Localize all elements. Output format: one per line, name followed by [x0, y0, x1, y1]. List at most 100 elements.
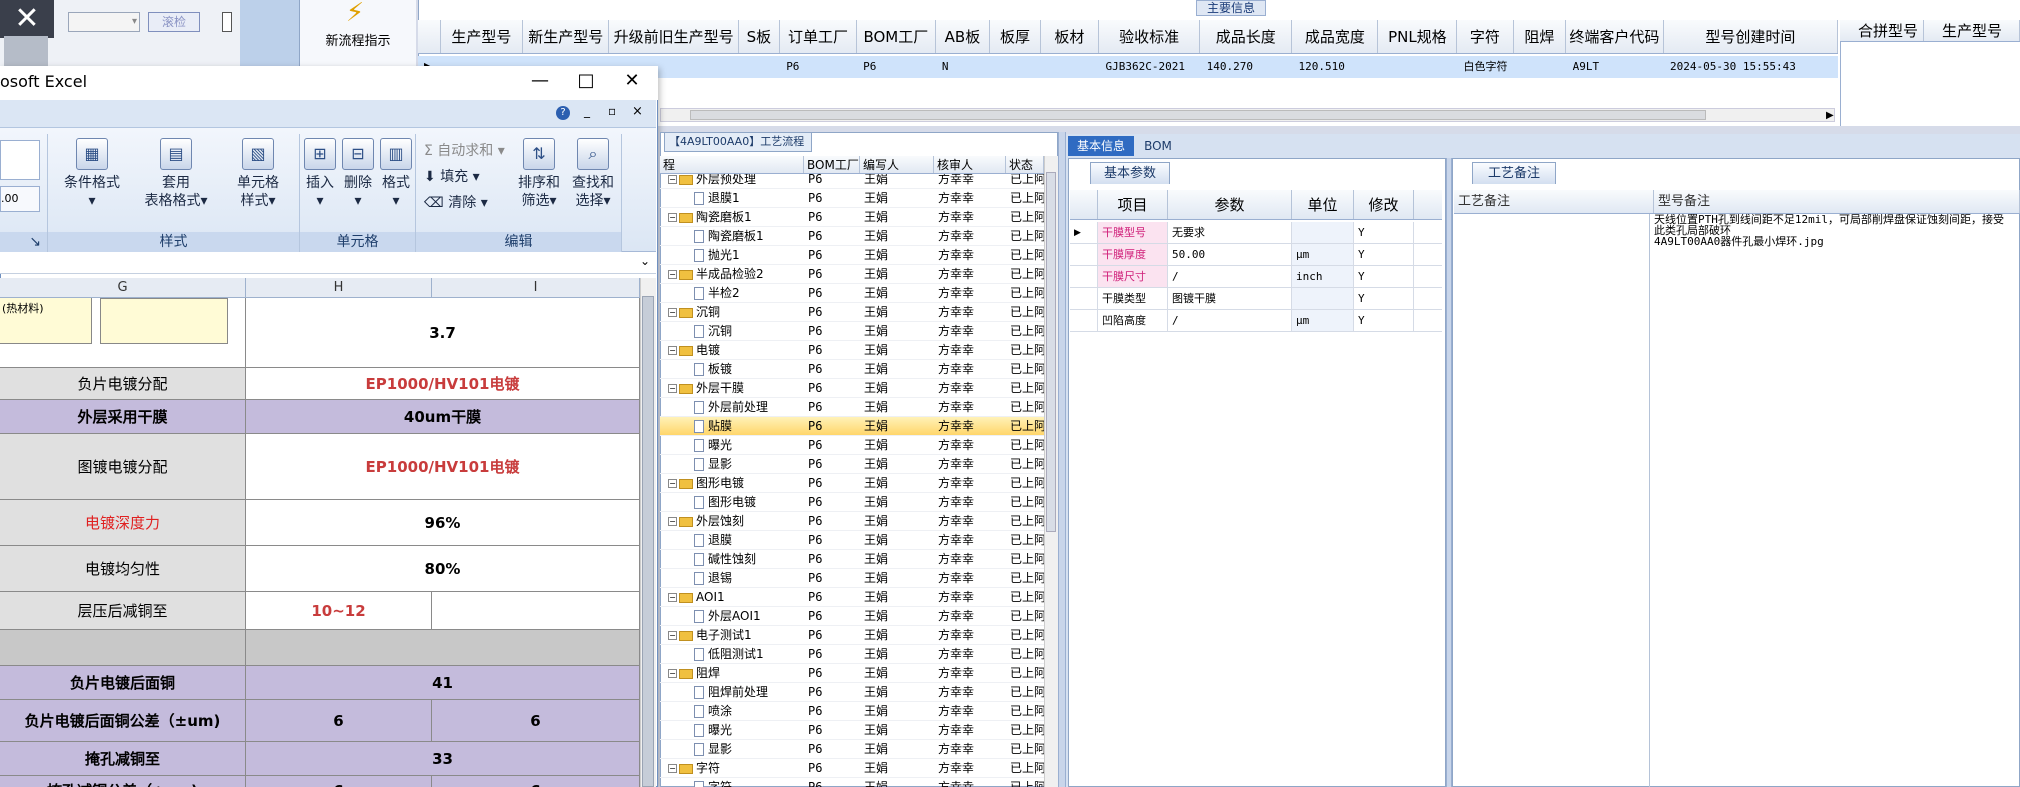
minimize-button[interactable]: —	[528, 70, 552, 92]
grid-header-cell[interactable]: 阻焊	[1514, 20, 1567, 53]
value-cell-i[interactable]: 6	[432, 776, 640, 787]
tree-node[interactable]: 抛光1	[660, 246, 804, 264]
tree-row[interactable]: − 半成品检验2 P6 王娟 方幸幸 已上阿	[660, 265, 1044, 284]
sheet-row[interactable]: 图镀电镀分配 EP1000/HV101电镀	[0, 434, 640, 500]
tree-header-cell[interactable]: 状态	[1006, 156, 1044, 173]
merge-grid-header-cell[interactable]: 合拼型号	[1840, 20, 1924, 41]
param-mod[interactable]: Y	[1354, 310, 1414, 331]
param-row[interactable]: 凹陷高度 / μm Y	[1070, 310, 1442, 332]
process-tab[interactable]: 【4A9LT00AA0】工艺流程	[664, 132, 812, 152]
tree-node[interactable]: 喷涂	[660, 702, 804, 720]
params-header-cell[interactable]: 修改	[1354, 190, 1414, 219]
param-mod[interactable]: Y	[1354, 288, 1414, 309]
table-format-button[interactable]: ▤ 套用 表格格式▾	[136, 138, 216, 210]
value-cell-h[interactable]: 80%	[246, 546, 640, 591]
collapse-icon[interactable]: −	[668, 631, 677, 640]
grid-cell[interactable]: 120.510	[1293, 56, 1379, 78]
tree-node[interactable]: − 陶瓷磨板1	[660, 208, 804, 226]
tree-node[interactable]: − 半成品检验2	[660, 265, 804, 283]
value-cell-h[interactable]: 41	[246, 666, 640, 699]
grid-cell[interactable]: 140.270	[1201, 56, 1293, 78]
tree-header-cell[interactable]: 编写人	[860, 156, 934, 173]
find-select-button[interactable]: ⌕ 查找和 选择▾	[566, 138, 620, 210]
sort-filter-button[interactable]: ⇅ 排序和 筛选▾	[514, 138, 564, 210]
sheet-row[interactable]: 外层采用干膜 40um干膜	[0, 400, 640, 434]
doc-close-icon[interactable]: ×	[632, 104, 643, 119]
tree-row[interactable]: 抛光1 P6 王娟 方幸幸 已上阿	[660, 246, 1044, 265]
tree-row[interactable]: 喷涂 P6 王娟 方幸幸 已上阿	[660, 702, 1044, 721]
tree-row[interactable]: 阻焊前处理 P6 王娟 方幸幸 已上阿	[660, 683, 1044, 702]
tree-row[interactable]: − 字符 P6 王娟 方幸幸 已上阿	[660, 759, 1044, 778]
small-field[interactable]	[222, 12, 232, 32]
maximize-button[interactable]: □	[574, 70, 598, 92]
grid-header-cell[interactable]: 字符	[1457, 20, 1514, 53]
tab-bom[interactable]: BOM	[1138, 136, 1178, 156]
grid-header-cell[interactable]: 板材	[1041, 20, 1100, 53]
param-value[interactable]: /	[1168, 310, 1292, 331]
tree-node[interactable]: 碱性蚀刻	[660, 550, 804, 568]
tree-node[interactable]: 退膜1	[660, 189, 804, 207]
row-label-cell[interactable]: 负片电镀后面铜	[0, 666, 246, 699]
tree-node[interactable]: − 沉铜	[660, 303, 804, 321]
sheet-scroll-thumb[interactable]	[642, 296, 654, 787]
tree-node[interactable]: 显影	[660, 740, 804, 758]
grid-header-cell[interactable]: 终端客户代码	[1566, 20, 1664, 53]
grid-header-cell[interactable]: 成品长度	[1200, 20, 1293, 53]
tree-node[interactable]: − AOI1	[660, 588, 804, 606]
tree-row[interactable]: − 外层干膜 P6 王娟 方幸幸 已上阿	[660, 379, 1044, 398]
grid-header-cell[interactable]: 成品宽度	[1292, 20, 1379, 53]
tree-row[interactable]: 显影 P6 王娟 方幸幸 已上阿	[660, 455, 1044, 474]
collapse-icon[interactable]: −	[668, 346, 677, 355]
grid-header-cell[interactable]: 板厚	[990, 20, 1041, 53]
filter-combo[interactable]: ▾	[68, 12, 140, 32]
format-button[interactable]: ▥ 格式 ▾	[378, 138, 414, 210]
tree-row[interactable]: 字符 P6 王娟 方幸幸 已上阿	[660, 778, 1044, 787]
process-note-cell[interactable]	[1454, 214, 1650, 787]
notes-tab[interactable]: 工艺备注	[1472, 162, 1556, 184]
tree-row[interactable]: − 电子测试1 P6 王娟 方幸幸 已上阿	[660, 626, 1044, 645]
value-cell-h[interactable]: 3.7	[246, 298, 640, 367]
tree-node[interactable]: 图形电镀	[660, 493, 804, 511]
autosum-button[interactable]: Σ 自动求和 ▾	[424, 140, 505, 160]
collapse-icon[interactable]: −	[668, 593, 677, 602]
tree-row[interactable]: 外层AOI1 P6 王娟 方幸幸 已上阿	[660, 607, 1044, 626]
doc-minimize-icon[interactable]: _	[584, 104, 590, 118]
sheet-row[interactable]: 层压后减铜至 10~12	[0, 592, 640, 630]
tree-node[interactable]: − 电子测试1	[660, 626, 804, 644]
row-label-cell[interactable]: 掩孔减铜公差（±um)	[0, 776, 246, 787]
tree-row[interactable]: 沉铜 P6 王娟 方幸幸 已上阿	[660, 322, 1044, 341]
formula-expand-icon[interactable]: ⌄	[640, 254, 650, 268]
grid-cell[interactable]: P6	[780, 56, 857, 78]
grid-header-cell[interactable]: 型号创建时间	[1664, 20, 1839, 53]
row-label-cell[interactable]: 掩孔减铜至	[0, 742, 246, 775]
tree-row[interactable]: 板镀 P6 王娟 方幸幸 已上阿	[660, 360, 1044, 379]
value-cell-h[interactable]: EP1000/HV101电镀	[246, 434, 640, 499]
sheet-row[interactable]: 掩孔减铜公差（±um) 6 6	[0, 776, 640, 787]
collapse-icon[interactable]: −	[668, 479, 677, 488]
tree-node[interactable]: 陶瓷磨板1	[660, 227, 804, 245]
sheet-row[interactable]: (热材料) 3.7	[0, 298, 640, 368]
tree-scroll-thumb[interactable]	[1046, 172, 1056, 532]
col-header-h[interactable]: H	[246, 278, 432, 297]
row-label-cell[interactable]: 负片电镀分配	[0, 368, 246, 399]
main-grid-scroll-thumb[interactable]	[690, 110, 1706, 120]
param-value[interactable]: 50.00	[1168, 244, 1292, 265]
row-label-cell[interactable]: 层压后减铜至	[0, 592, 246, 629]
value-cell-h[interactable]: 6	[246, 776, 432, 787]
model-note-text[interactable]: 天线位置PTH孔到线间距不足12mil，可局部削焊盘保证蚀刻间距，接受 此类孔局…	[1654, 214, 2020, 334]
params-header-cell[interactable]: 单位	[1292, 190, 1354, 219]
params-tab[interactable]: 基本参数	[1090, 162, 1170, 184]
formula-bar[interactable]	[0, 252, 656, 274]
grid-header-cell[interactable]: AB板	[936, 20, 991, 53]
params-header-cell[interactable]: 参数	[1168, 190, 1292, 219]
check-button[interactable]: 滚检	[148, 12, 200, 32]
tree-node[interactable]: − 电镀	[660, 341, 804, 359]
row-label-cell[interactable]: (热材料)	[0, 298, 246, 367]
tree-row[interactable]: 陶瓷磨板1 P6 王娟 方幸幸 已上阿	[660, 227, 1044, 246]
value-cell-h[interactable]: 96%	[246, 500, 640, 545]
tree-row[interactable]: 曝光 P6 王娟 方幸幸 已上阿	[660, 721, 1044, 740]
row-label-cell[interactable]: 负片电镀后面铜公差（±um)	[0, 700, 246, 741]
row-label-cell[interactable]: 电镀均匀性	[0, 546, 246, 591]
grid-cell[interactable]: A9LT	[1567, 56, 1664, 78]
collapse-icon[interactable]: −	[668, 384, 677, 393]
